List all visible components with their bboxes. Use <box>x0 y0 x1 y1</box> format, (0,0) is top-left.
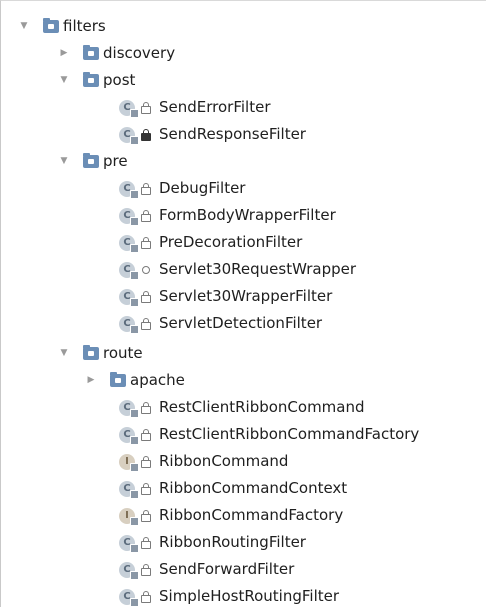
tree-leaf-label: ServletDetectionFilter <box>159 314 323 332</box>
package-folder-icon <box>83 72 99 87</box>
class-icon: C <box>119 99 139 118</box>
tree-leaf-label: FormBodyWrapperFilter <box>159 206 336 224</box>
tree-leaf-label: SendErrorFilter <box>159 98 271 116</box>
package-folder-icon <box>83 153 99 168</box>
class-icon: C <box>119 288 139 307</box>
lock-icon <box>141 317 151 330</box>
class-icon: C <box>119 207 139 226</box>
tree-leaf-class[interactable]: C RestClientRibbonCommandFactory <box>119 421 419 448</box>
tree-leaf-class[interactable]: C FormBodyWrapperFilter <box>119 202 336 229</box>
lock-icon <box>141 128 151 141</box>
class-icon: C <box>119 426 139 445</box>
tree-leaf-class[interactable]: C RibbonCommandContext <box>119 475 347 502</box>
lock-icon <box>141 101 151 114</box>
tree-node-apache[interactable]: ▶ apache <box>86 367 185 394</box>
tree-leaf-class[interactable]: C SendForwardFilter <box>119 556 294 583</box>
expand-arrow-icon[interactable]: ▼ <box>19 13 29 40</box>
collapse-arrow-icon[interactable]: ▶ <box>86 367 96 394</box>
class-icon: C <box>119 561 139 580</box>
class-icon: C <box>119 534 139 553</box>
package-folder-icon <box>43 18 59 33</box>
lock-icon <box>141 209 151 222</box>
tree-node-label: pre <box>103 152 128 170</box>
interface-icon: I <box>119 453 139 472</box>
tree-node-label: post <box>103 71 136 89</box>
tree-leaf-label: Servlet30RequestWrapper <box>159 260 357 278</box>
class-icon: C <box>119 588 139 607</box>
tree-leaf-label: RestClientRibbonCommand <box>159 398 365 416</box>
tree-leaf-interface[interactable]: I RibbonCommand <box>119 448 288 475</box>
tree-node-label: discovery <box>103 44 176 62</box>
tree-node-post[interactable]: ▼ post <box>59 67 136 94</box>
tree-node-route[interactable]: ▼ route <box>59 340 143 367</box>
tree-leaf-interface[interactable]: I RibbonCommandFactory <box>119 502 343 529</box>
lock-icon <box>141 590 151 603</box>
tree-node-pre[interactable]: ▼ pre <box>59 148 128 175</box>
tree-leaf-class[interactable]: C SimpleHostRoutingFilter <box>119 583 339 610</box>
class-icon: C <box>119 234 139 253</box>
tree-leaf-class[interactable]: C Servlet30RequestWrapper <box>119 256 356 283</box>
tree-leaf-class[interactable]: C RestClientRibbonCommand <box>119 394 365 421</box>
expand-arrow-icon[interactable]: ▼ <box>59 340 69 367</box>
project-tree-panel: ▼ filters ▶ discovery ▼ post C SendError… <box>0 0 486 607</box>
lock-icon <box>141 536 151 549</box>
lock-icon <box>141 455 151 468</box>
tree-node-filters[interactable]: ▼ filters <box>19 13 106 40</box>
tree-leaf-class[interactable]: C PreDecorationFilter <box>119 229 302 256</box>
class-icon: C <box>119 180 139 199</box>
class-icon: C <box>119 399 139 418</box>
tree-leaf-class[interactable]: C SendErrorFilter <box>119 94 271 121</box>
tree-leaf-label: DebugFilter <box>159 179 246 197</box>
tree-leaf-label: RestClientRibbonCommandFactory <box>159 425 420 443</box>
lock-icon <box>141 182 151 195</box>
lock-icon <box>141 428 151 441</box>
tree-node-label: route <box>103 344 143 362</box>
tree-node-discovery[interactable]: ▶ discovery <box>59 40 176 67</box>
lock-icon <box>141 236 151 249</box>
tree-leaf-class[interactable]: C DebugFilter <box>119 175 245 202</box>
package-folder-icon <box>83 345 99 360</box>
class-icon: C <box>119 126 139 145</box>
lock-icon <box>141 401 151 414</box>
tree-leaf-label: RibbonRoutingFilter <box>159 533 306 551</box>
class-icon: C <box>119 480 139 499</box>
lock-icon <box>141 482 151 495</box>
package-folder-icon <box>110 372 126 387</box>
tree-leaf-label: Servlet30WrapperFilter <box>159 287 333 305</box>
expand-arrow-icon[interactable]: ▼ <box>59 67 69 94</box>
tree-leaf-label: SendForwardFilter <box>159 560 295 578</box>
tree-node-label: apache <box>130 371 185 389</box>
tree-node-label: filters <box>63 17 106 35</box>
tree-leaf-class[interactable]: C SendResponseFilter <box>119 121 306 148</box>
tree-leaf-label: RibbonCommandContext <box>159 479 348 497</box>
interface-icon: I <box>119 507 139 526</box>
tree-leaf-label: RibbonCommand <box>159 452 289 470</box>
expand-arrow-icon[interactable]: ▼ <box>59 148 69 175</box>
class-icon: C <box>119 261 139 280</box>
package-folder-icon <box>83 45 99 60</box>
tree-leaf-label: SimpleHostRoutingFilter <box>159 587 340 605</box>
tree-leaf-class[interactable]: C Servlet30WrapperFilter <box>119 283 332 310</box>
tree-leaf-class[interactable]: C ServletDetectionFilter <box>119 310 322 337</box>
collapse-arrow-icon[interactable]: ▶ <box>59 40 69 67</box>
tree-leaf-class[interactable]: C RibbonRoutingFilter <box>119 529 306 556</box>
package-private-dot-icon <box>141 264 151 276</box>
tree-leaf-label: PreDecorationFilter <box>159 233 303 251</box>
tree-leaf-label: RibbonCommandFactory <box>159 506 344 524</box>
lock-icon <box>141 509 151 522</box>
lock-icon <box>141 290 151 303</box>
tree-leaf-label: SendResponseFilter <box>159 125 306 143</box>
lock-icon <box>141 563 151 576</box>
class-icon: C <box>119 315 139 334</box>
